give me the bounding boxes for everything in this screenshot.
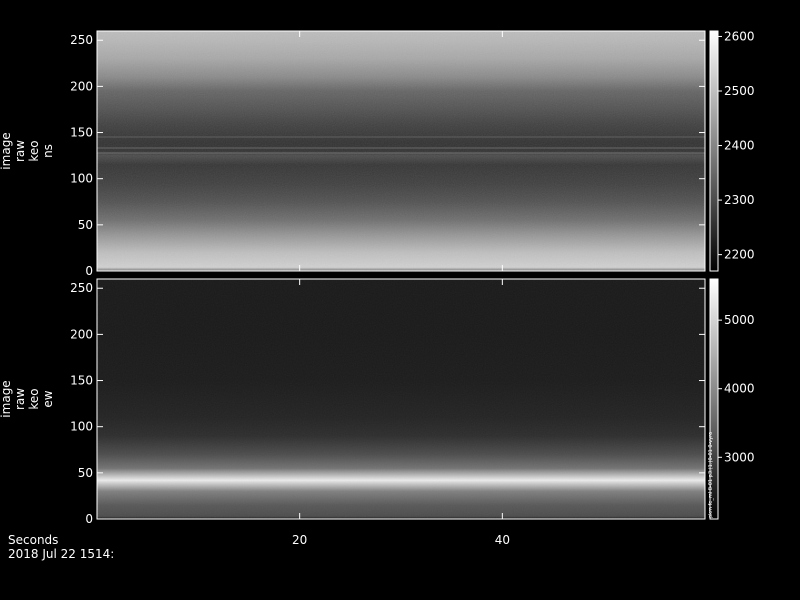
x-tick-label: 20 — [292, 533, 307, 547]
y-tick-label: 0 — [85, 512, 93, 526]
x-tick-label: 40 — [495, 533, 510, 547]
y-tick-label: 200 — [70, 79, 93, 93]
heatmap-ns-noise — [97, 31, 705, 271]
colorbar-ticks-ns: 2200 2300 2400 2500 2600 — [718, 29, 755, 262]
x-axis-unit-label: Seconds — [8, 533, 58, 547]
panel-label-line-4: ns — [41, 144, 55, 158]
y-tick-label: 150 — [70, 374, 93, 388]
colorbar-tick-label: 2500 — [724, 84, 755, 98]
panel-label-line-3: keo — [27, 388, 41, 409]
y-tick-label: 50 — [78, 218, 93, 232]
colorbar-tick-label: 3000 — [724, 450, 755, 464]
y-tick-label: 100 — [70, 420, 93, 434]
panel-label-line-2: raw — [13, 388, 27, 410]
panel-label-line-2: raw — [13, 140, 27, 162]
panel-ns: 0 50 100 150 200 250 image raw keo ns 2200 230… — [0, 29, 755, 278]
panel-label-line-1: image — [0, 380, 13, 417]
colorbar-tick-label: 2400 — [724, 139, 755, 153]
y-tick-label: 250 — [70, 33, 93, 47]
colorbar-tick-label: 2200 — [724, 248, 755, 262]
colorbar-side-label: pkm fe_ml 8-01 p3:(1:)0-01 0-vyro — [708, 432, 714, 518]
heatmap-ew-noise — [97, 279, 705, 519]
keogram-figure: 050100150200250 image raw keo ns 2200230… — [0, 29, 755, 561]
y-tick-label: 0 — [85, 264, 93, 278]
panel-label-ns: image raw keo ns — [0, 132, 55, 169]
panel-label-line-1: image — [0, 132, 13, 169]
colorbar-tick-label: 2300 — [724, 193, 755, 207]
colorbar-tick-label: 4000 — [724, 382, 755, 396]
y-tick-label: 150 — [70, 126, 93, 140]
panel-label-ew: image raw keo ew — [0, 380, 55, 417]
y-tick-label: 50 — [78, 466, 93, 480]
y-tick-label: 250 — [70, 281, 93, 295]
panel-ew: 0 50 100 150 200 250 20 40 image raw keo ew 30… — [0, 278, 755, 547]
panel-label-line-4: ew — [41, 390, 55, 407]
colorbar-ns — [710, 31, 718, 271]
colorbar-tick-label: 5000 — [724, 313, 755, 327]
colorbar-tick-label: 2600 — [724, 29, 755, 43]
y-tick-label: 100 — [70, 172, 93, 186]
timestamp-label: 2018 Jul 22 1514: — [8, 547, 114, 561]
panel-label-line-3: keo — [27, 140, 41, 161]
y-tick-label: 200 — [70, 327, 93, 341]
colorbar-ticks-ew: 3000 4000 5000 — [718, 313, 755, 464]
